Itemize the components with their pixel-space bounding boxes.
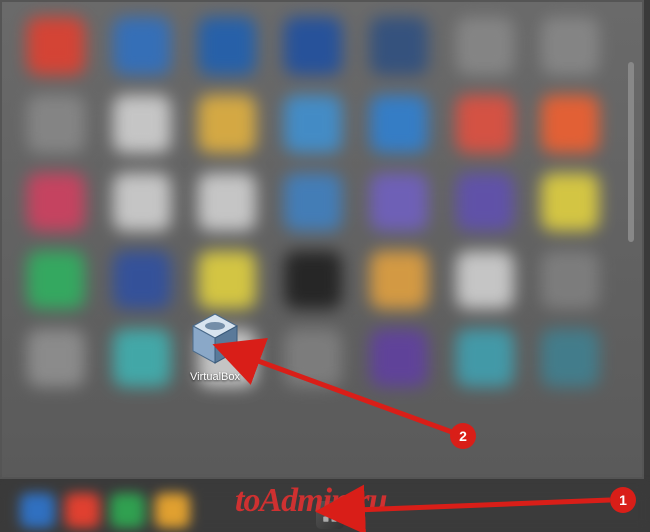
annotation-marker-1: 1 (610, 487, 636, 513)
blurred-app-icon (113, 329, 171, 387)
marker-1-label: 1 (619, 492, 627, 508)
blurred-app-icon (284, 329, 342, 387)
blurred-app-icon (370, 17, 428, 75)
blurred-app-icon (370, 95, 428, 153)
blurred-app-icon (541, 329, 599, 387)
scrollbar[interactable] (628, 62, 634, 242)
blurred-app-icon (370, 251, 428, 309)
blurred-app-icon (113, 17, 171, 75)
annotation-marker-2: 2 (450, 423, 476, 449)
marker-2-label: 2 (459, 428, 467, 444)
blurred-app-icon (198, 17, 256, 75)
app-grid-blurred (27, 17, 607, 387)
blurred-app-icon (284, 251, 342, 309)
blurred-app-icon (541, 95, 599, 153)
blurred-app-icon (27, 17, 85, 75)
blurred-app-icon (27, 173, 85, 231)
blurred-app-icon (198, 173, 256, 231)
blurred-app-icon (113, 173, 171, 231)
blurred-dock-item (110, 493, 145, 528)
blurred-app-icon (456, 251, 514, 309)
blurred-app-icon (541, 173, 599, 231)
blurred-dock-item (65, 493, 100, 528)
blurred-app-icon (456, 95, 514, 153)
blurred-app-icon (370, 329, 428, 387)
blurred-dock-item (155, 493, 190, 528)
blurred-app-icon (27, 329, 85, 387)
blurred-app-icon (284, 173, 342, 231)
blurred-app-icon (284, 17, 342, 75)
blurred-app-icon (284, 95, 342, 153)
app-virtualbox[interactable]: VirtualBox (180, 311, 250, 383)
blurred-app-icon (456, 17, 514, 75)
blurred-app-icon (456, 329, 514, 387)
blurred-app-icon (113, 251, 171, 309)
blurred-app-icon (370, 173, 428, 231)
blurred-app-icon (27, 95, 85, 153)
blurred-app-icon (27, 251, 85, 309)
blurred-app-icon (541, 251, 599, 309)
blurred-app-icon (198, 95, 256, 153)
blurred-app-icon (198, 251, 256, 309)
blurred-app-icon (113, 95, 171, 153)
watermark-text: toAdmin.ru (235, 482, 387, 520)
launchpad-background: VirtualBox (0, 0, 644, 479)
app-label: VirtualBox (190, 371, 240, 383)
blurred-dock-item (20, 493, 55, 528)
blurred-app-icon (541, 17, 599, 75)
blurred-app-icon (456, 173, 514, 231)
virtualbox-icon (188, 311, 243, 366)
